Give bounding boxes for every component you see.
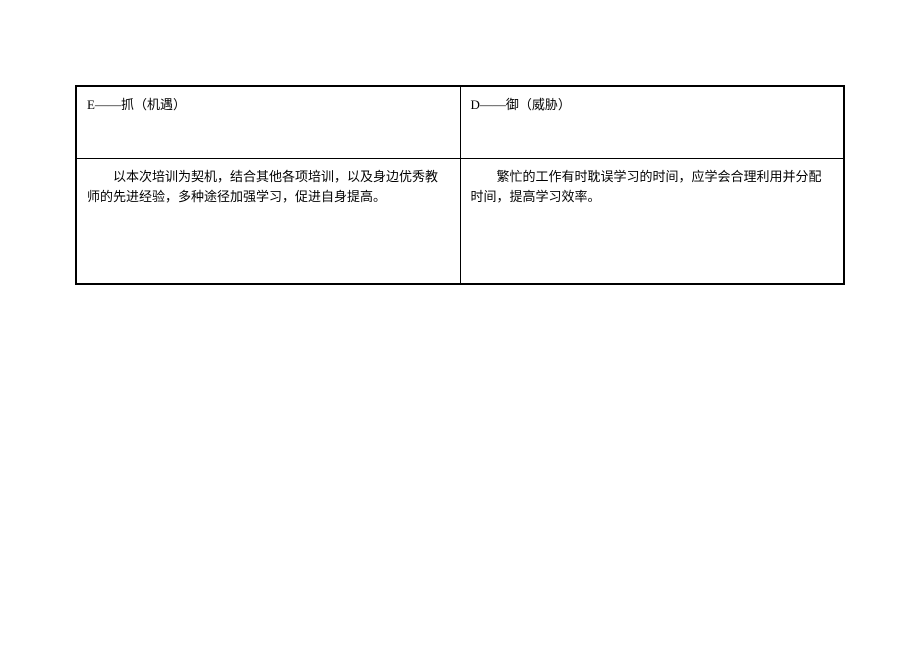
header-cell-opportunity: E——抓（机遇） — [76, 86, 460, 158]
header-cell-threat: D——御（威胁） — [460, 86, 844, 158]
body-text-e: 以本次培训为契机，结合其他各项培训，以及身边优秀教师的先进经验，多种途径加强学习… — [87, 169, 438, 205]
header-label-e: E——抓（机遇） — [87, 97, 186, 112]
table-header-row: E——抓（机遇） D——御（威胁） — [76, 86, 844, 158]
body-text-d: 繁忙的工作有时耽误学习的时间，应学会合理利用并分配时间，提高学习效率。 — [471, 169, 822, 205]
body-cell-opportunity: 以本次培训为契机，结合其他各项培训，以及身边优秀教师的先进经验，多种途径加强学习… — [76, 158, 460, 284]
swot-table: E——抓（机遇） D——御（威胁） 以本次培训为契机，结合其他各项培训，以及身边… — [75, 85, 845, 285]
document-page: E——抓（机遇） D——御（威胁） 以本次培训为契机，结合其他各项培训，以及身边… — [0, 0, 920, 285]
header-label-d: D——御（威胁） — [471, 97, 571, 112]
table-body-row: 以本次培训为契机，结合其他各项培训，以及身边优秀教师的先进经验，多种途径加强学习… — [76, 158, 844, 284]
body-cell-threat: 繁忙的工作有时耽误学习的时间，应学会合理利用并分配时间，提高学习效率。 — [460, 158, 844, 284]
